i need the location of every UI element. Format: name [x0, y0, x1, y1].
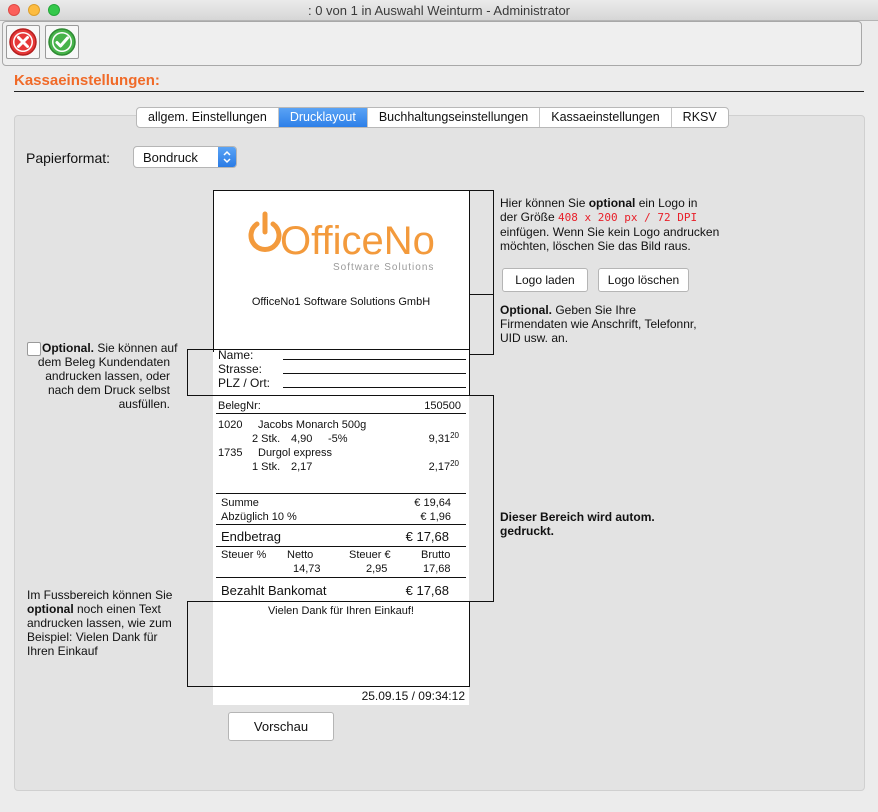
tax-header-brutto: Brutto	[421, 549, 451, 561]
papierformat-label: Papierformat:	[26, 150, 111, 166]
kundendaten-note-continued: dem Beleg Kundendaten andrucken lassen, …	[37, 355, 170, 411]
item-price: 2,17	[291, 461, 313, 473]
company-name: OfficeNo1 Software Solutions GmbH	[251, 296, 431, 308]
logo-brand-text: OfficeNo1	[280, 219, 437, 263]
kundendaten-checkbox[interactable]	[27, 342, 41, 356]
item-total: 9,3120	[428, 431, 459, 445]
print-datetime: 25.09.15 / 09:34:12	[361, 689, 465, 703]
kundendaten-note: Optional. Sie können auf	[42, 341, 178, 355]
customer-name-label: Name:	[218, 348, 254, 362]
tab-bar: allgem. Einstellungen Drucklayout Buchha…	[136, 107, 729, 128]
customer-plz-label: PLZ / Ort:	[218, 376, 271, 390]
beleg-label: BelegNr:	[218, 400, 261, 412]
endbetrag-value: € 17,68	[405, 529, 449, 544]
summe-label: Summe	[221, 497, 259, 509]
tax-netto: 14,73	[293, 563, 321, 575]
section-title: Kassaeinstellungen:	[14, 72, 160, 89]
tax-header-steuer-pct: Steuer %	[221, 549, 267, 561]
window-titlebar: : 0 von 1 in Auswahl Weinturm - Administ…	[0, 0, 878, 21]
auto-print-note: Dieser Bereich wird autom. gedruckt.	[500, 510, 655, 538]
tax-steuer-eur: 2,95	[366, 563, 388, 575]
bezahlt-value: € 17,68	[405, 583, 449, 598]
abzueglich-label: Abzüglich 10 %	[221, 511, 297, 523]
item-total: 2,1720	[428, 459, 459, 473]
bezahlt-label: Bezahlt Bankomat	[221, 583, 327, 598]
tax-header-netto: Netto	[287, 549, 314, 561]
window-title: : 0 von 1 in Auswahl Weinturm - Administ…	[307, 3, 571, 18]
item-price: 4,90	[291, 433, 313, 445]
item-code: 1735	[218, 447, 243, 459]
tax-header-steuer-eur: Steuer €	[349, 549, 391, 561]
receipt-preview: OfficeNo1 Software Solutions OfficeNo1 S…	[213, 190, 469, 705]
item-discount: -5%	[328, 433, 348, 445]
tab-drucklayout[interactable]: Drucklayout	[278, 108, 368, 127]
tax-brutto: 17,68	[423, 563, 451, 575]
abzueglich-value: € 1,96	[420, 511, 451, 523]
item-qty: 2 Stk.	[252, 433, 281, 445]
section-divider	[14, 91, 864, 92]
beleg-value: 150500	[424, 400, 461, 412]
cancel-icon	[9, 28, 37, 56]
checkmark-icon	[48, 28, 76, 56]
logo-note: Hier können Sie optional ein Logo in der…	[500, 196, 720, 253]
papierformat-select[interactable]: Bondruck	[133, 146, 237, 168]
cancel-button[interactable]	[6, 25, 40, 59]
fussbereich-note: Im Fussbereich können Sie optional noch …	[27, 588, 173, 658]
item-code: 1020	[218, 419, 243, 431]
customer-strasse-label: Strasse:	[218, 362, 263, 376]
footer-text: Vielen Dank für Ihren Einkauf!	[268, 605, 414, 617]
item-name: Durgol express	[258, 447, 332, 459]
vorschau-button[interactable]: Vorschau	[228, 712, 334, 741]
company-logo[interactable]: OfficeNo1 Software Solutions	[245, 208, 437, 274]
logo-laden-button[interactable]: Logo laden	[502, 268, 588, 292]
papierformat-value: Bondruck	[143, 150, 198, 165]
tab-kassaeinstellungen[interactable]: Kassaeinstellungen	[540, 108, 672, 127]
select-arrows-icon	[218, 147, 236, 167]
logo-loeschen-button[interactable]: Logo löschen	[598, 268, 689, 292]
logo-tagline-text: Software Solutions	[333, 262, 434, 273]
item-name: Jacobs Monarch 500g	[258, 419, 367, 431]
firmendaten-note: Optional. Geben Sie Ihre Firmendaten wie…	[500, 303, 697, 345]
tab-allgem-einstellungen[interactable]: allgem. Einstellungen	[137, 108, 279, 127]
toolbar	[2, 21, 862, 66]
tab-buchhaltungseinstellungen[interactable]: Buchhaltungseinstellungen	[368, 108, 541, 127]
endbetrag-label: Endbetrag	[221, 529, 281, 544]
item-qty: 1 Stk.	[252, 461, 281, 473]
tab-rksv[interactable]: RKSV	[672, 108, 728, 127]
summe-value: € 19,64	[414, 497, 451, 509]
confirm-button[interactable]	[45, 25, 79, 59]
